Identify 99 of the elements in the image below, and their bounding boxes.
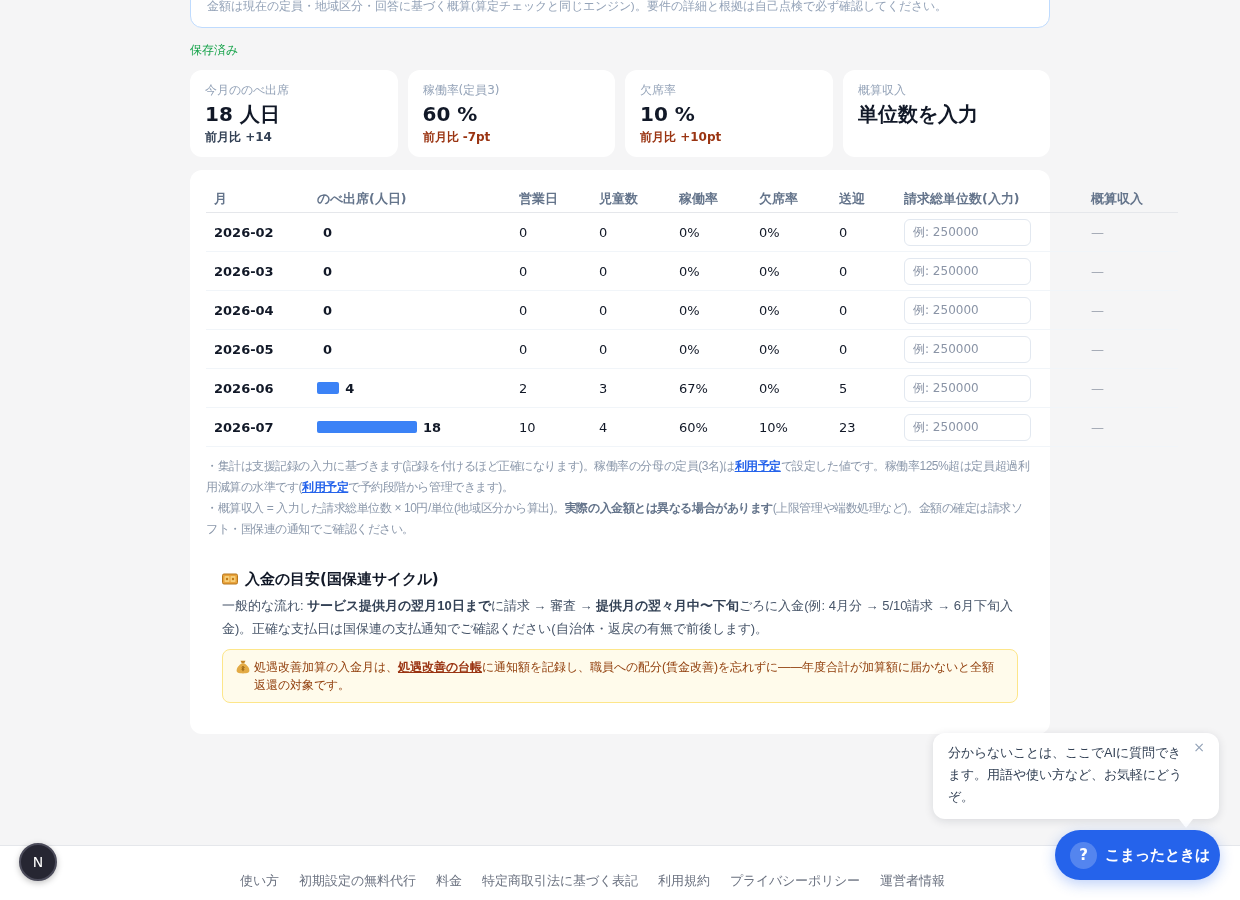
table-cell: 0 — [591, 290, 671, 330]
stat-value: 単位数を入力 — [857, 101, 979, 127]
column-header: 月 — [206, 186, 309, 213]
table-cell: 10% — [751, 407, 831, 447]
question-icon: ? — [1070, 841, 1097, 869]
stat-label: 稼働率(定員3) — [422, 82, 501, 98]
units-input[interactable]: 例: 250000 — [904, 218, 1031, 246]
text-link[interactable]: 利用予定 — [734, 459, 781, 473]
attendance-value: 4 — [344, 380, 355, 396]
table-cell: — — [1083, 368, 1178, 408]
table-cell: — — [1083, 212, 1178, 252]
table-cell: 2026-03 — [206, 251, 309, 291]
column-header: 送迎 — [831, 186, 896, 213]
table-cell: — — [1083, 407, 1178, 447]
table-cell: 0 — [511, 290, 591, 330]
units-input[interactable]: 例: 250000 — [904, 374, 1031, 402]
stat-change: 前月比 -7pt — [422, 129, 492, 145]
table-cell: 0 — [591, 212, 671, 252]
footer-link[interactable]: 料金 — [436, 872, 462, 890]
units-input[interactable]: 例: 250000 — [904, 257, 1031, 285]
stat-label: 欠席率 — [640, 82, 677, 98]
table-cell: 0 — [831, 329, 896, 369]
table-cell: 0% — [751, 329, 831, 369]
table-cell: 2026-04 — [206, 290, 309, 330]
warning-text: 処遇改善加算の入金月は、処遇改善の台帳に通知額を記録し、職員への配分(賃金改善)を忘れずに——年度合計が加算額に届かないと全額返還の対象です。 — [254, 659, 996, 694]
table-cell: 0 — [511, 212, 591, 252]
table-cell: 2026-05 — [206, 329, 309, 369]
units-input[interactable]: 例: 250000 — [904, 335, 1031, 363]
table-cell: 67% — [671, 368, 751, 408]
money-bag-icon — [236, 660, 250, 674]
table-cell: 0% — [751, 368, 831, 408]
table-cell: 2 — [511, 368, 591, 408]
table-cell: 60% — [671, 407, 751, 447]
section-title: 入金の目安(国保連サイクル) — [245, 569, 439, 590]
table-cell: — — [1083, 290, 1178, 330]
stat-value: 60 % — [422, 101, 479, 127]
column-header: 営業日 — [511, 186, 591, 213]
attendance-value: 0 — [322, 302, 333, 318]
stat-change: 前月比 +10pt — [640, 129, 723, 145]
column-header: 児童数 — [591, 186, 671, 213]
table-cell: 0% — [751, 290, 831, 330]
table-cell: 0 — [511, 329, 591, 369]
units-input[interactable]: 例: 250000 — [904, 296, 1031, 324]
column-header: 稼働率 — [671, 186, 751, 213]
table-cell: 2026-06 — [206, 368, 309, 408]
table-cell: 4 — [591, 407, 671, 447]
table-cell: 0% — [751, 251, 831, 291]
table-cell: 5 — [831, 368, 896, 408]
help-button-label: こまったときは — [1105, 845, 1210, 865]
attendance-bar — [317, 382, 340, 394]
tooltip-text: 分からないことは、ここでAIに質問できます。用語や使い方など、お気軽にどうぞ。 — [948, 745, 1183, 806]
table-cell: 0 — [831, 290, 896, 330]
note-text: ・概算収入 = 入力した請求総単位数 × 10円/単位(地域区分から算出)。実際の入金額とは異なる場合があります(上限管理や端数処理など)。金額の確定は請求ソフト・国保連の通知でご確認ください。 — [206, 500, 1024, 538]
notice-banner: 金額は現在の定員・地域区分・回答に基づく概算(算定チェックと同じエンジン)。要件の詳細と根拠は自己点検で必ず確認してください。 — [190, 0, 1050, 28]
table-cell: 0 — [511, 251, 591, 291]
table-cell: 0% — [671, 212, 751, 252]
footer-link[interactable]: 運営者情報 — [880, 872, 945, 890]
table-cell: 0 — [591, 251, 671, 291]
column-header: 請求総単位数(入力) — [896, 186, 1083, 213]
table-cell: 3 — [591, 368, 671, 408]
table-cell: 0% — [671, 251, 751, 291]
table-cell: — — [1083, 251, 1178, 291]
save-status: 保存済み — [190, 43, 239, 57]
footer-link[interactable]: プライバシーポリシー — [730, 872, 860, 890]
table-cell: 0 — [591, 329, 671, 369]
banknote-icon — [222, 573, 238, 585]
table-cell: 0 — [831, 251, 896, 291]
table-cell: 0% — [671, 290, 751, 330]
table-cell: 23 — [831, 407, 896, 447]
attendance-value: 0 — [322, 224, 333, 240]
stat-value: 10 % — [640, 101, 696, 127]
column-header: 欠席率 — [751, 186, 831, 213]
table-cell: 2026-07 — [206, 407, 309, 447]
footer-link[interactable]: 特定商取引法に基づく表記 — [482, 872, 638, 890]
units-input[interactable]: 例: 250000 — [904, 413, 1031, 441]
table-cell: 10 — [511, 407, 591, 447]
attendance-value: 0 — [322, 341, 333, 357]
table-cell: 0% — [671, 329, 751, 369]
footer-link[interactable]: 使い方 — [240, 872, 279, 890]
text-link[interactable]: 処遇改善の台帳 — [398, 660, 482, 674]
attendance-value: 18 — [422, 419, 442, 435]
column-header: のべ出席(人日) — [309, 186, 511, 213]
stat-label: 概算収入 — [857, 82, 907, 98]
attendance-value: 0 — [322, 263, 333, 279]
table-cell: 0% — [751, 212, 831, 252]
footer-link[interactable]: 利用規約 — [658, 872, 710, 890]
stat-change: 前月比 +14 — [205, 129, 273, 145]
stat-value: 18 人日 — [205, 101, 281, 127]
table-cell: 2026-02 — [206, 212, 309, 252]
table-cell: — — [1083, 329, 1178, 369]
table-cell: 0 — [831, 212, 896, 252]
footer-link[interactable]: 初期設定の無料代行 — [299, 872, 416, 890]
stat-label: 今月ののべ出席 — [205, 82, 290, 98]
column-header: 概算収入 — [1083, 186, 1178, 213]
close-button[interactable]: × — [1191, 738, 1207, 756]
text-link[interactable]: 利用予定 — [301, 480, 349, 494]
note-text: ・集計は支援記録の入力に基づきます(記録を付けるほど正確になります)。稼働率の分母の定員(3名)は利用予定で設定した値です。稼働率125%超は定員超過利用減算の水準です(利用予定で予約段階から管理できます)。 — [206, 458, 1031, 496]
help-button[interactable]: ? こまったときは — [1055, 830, 1220, 880]
payment-flow-text: 一般的な流れ: サービス提供月の翌月10日までに請求 → 審査 → 提供月の翌々月中〜下旬ごろに入金(例: 4月分 → 5/10請求 → 6月下旬入金)。正確な支払日は国保連の支払通知でご確認ください(自治体・返戻の有無で前後します)。 — [222, 597, 1014, 638]
